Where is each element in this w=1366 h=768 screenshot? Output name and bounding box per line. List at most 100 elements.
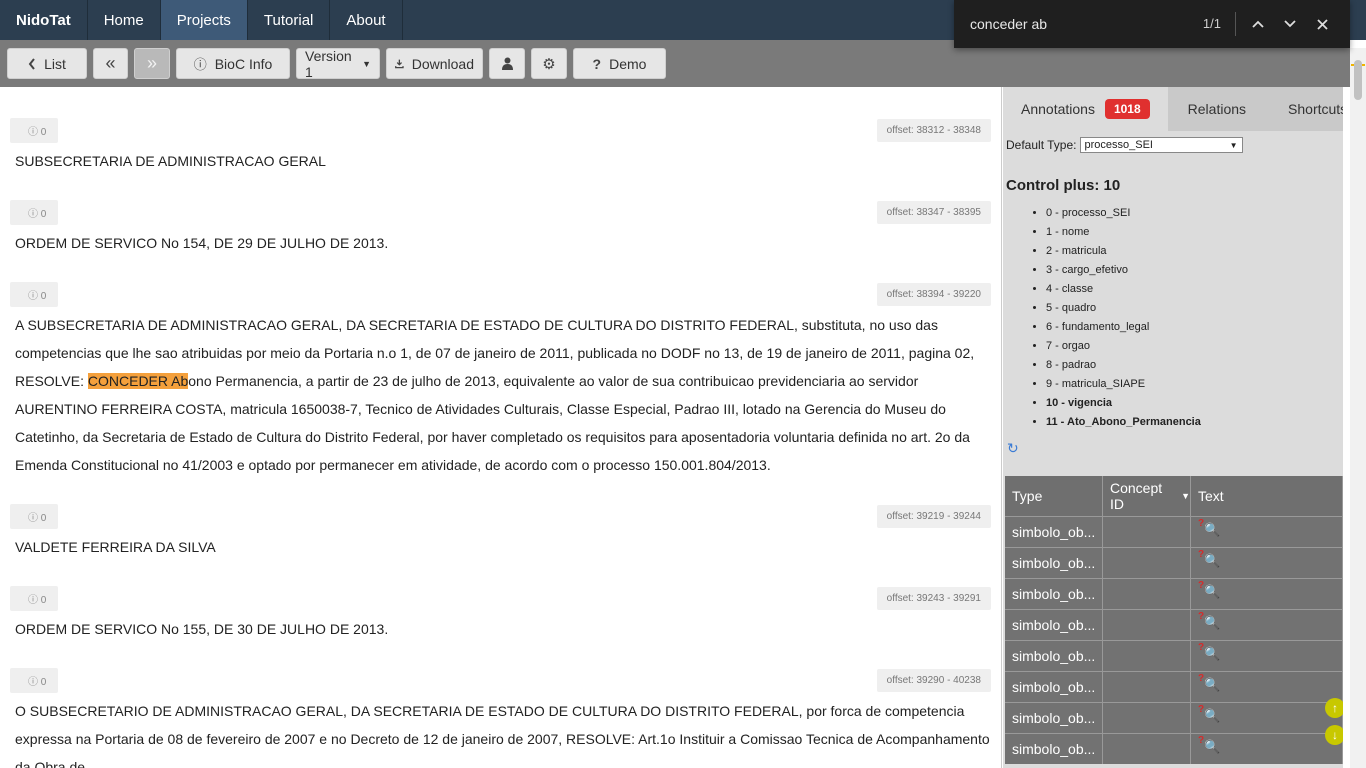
row-type: simbolo_ob... xyxy=(1005,548,1103,578)
annotation-panel: Annotations 1018 Relations Shortcuts Def… xyxy=(1003,87,1343,768)
search-unknown-icon[interactable]: ? 🔍 xyxy=(1198,611,1220,635)
passage-info-badge[interactable]: ⓘ 0 xyxy=(10,667,59,693)
passage: ⓘ 0 offset: 39290 - 40238 O SUBSECRETARI… xyxy=(0,667,1001,768)
header-text[interactable]: Text xyxy=(1191,476,1343,516)
table-row[interactable]: simbolo_ob... ? 🔍 xyxy=(1005,671,1343,702)
tab-relations[interactable]: Relations xyxy=(1168,87,1258,131)
select-arrow-icon: ▼ xyxy=(1229,140,1238,150)
nav-projects[interactable]: Projects xyxy=(160,0,248,40)
default-type-select[interactable]: processo_SEI ▼ xyxy=(1079,137,1243,153)
table-row[interactable]: simbolo_ob... ? 🔍 xyxy=(1005,702,1343,733)
user-button[interactable] xyxy=(489,48,525,79)
search-unknown-icon[interactable]: ? 🔍 xyxy=(1198,642,1220,666)
table-row[interactable]: simbolo_ob... ? 🔍 xyxy=(1005,547,1343,578)
sort-caret-icon: ▼ xyxy=(1181,491,1190,501)
passage-offset: offset: 39219 - 39244 xyxy=(876,504,991,528)
demo-button[interactable]: ? Demo xyxy=(573,48,666,79)
passage: ⓘ 0 offset: 38312 - 38348 SUBSECRETARIA … xyxy=(0,117,1001,175)
settings-button[interactable]: ⚙ xyxy=(531,48,567,79)
passage-text[interactable]: O SUBSECRETARIO DE ADMINISTRACAO GERAL, … xyxy=(15,697,991,768)
question-icon: ? xyxy=(592,55,602,72)
download-icon xyxy=(395,59,404,68)
header-concept-id[interactable]: Concept ID ▼ xyxy=(1103,476,1191,516)
scrollbar-thumb[interactable] xyxy=(1354,60,1362,100)
passage-info-badge[interactable]: ⓘ 0 xyxy=(10,503,59,529)
double-chevron-left-icon: « xyxy=(105,53,116,73)
passage-text[interactable]: A SUBSECRETARIA DE ADMINISTRACAO GERAL, … xyxy=(15,311,991,479)
table-row[interactable]: simbolo_ob... ? 🔍 xyxy=(1005,516,1343,547)
find-previous-button[interactable] xyxy=(1242,8,1274,40)
legend-item: 6 - fundamento_legal xyxy=(1046,318,1343,337)
table-row[interactable]: simbolo_ob... ? 🔍 xyxy=(1005,640,1343,671)
tab-shortcuts[interactable]: Shortcuts xyxy=(1258,87,1343,131)
bioc-info-label: BioC Info xyxy=(214,55,273,72)
default-type-row: Default Type: processo_SEI ▼ xyxy=(1003,131,1343,159)
search-match-highlight: CONCEDER Ab xyxy=(87,373,189,389)
default-type-label: Default Type: xyxy=(1006,138,1077,152)
find-match-count: 1/1 xyxy=(1184,12,1236,36)
find-close-button[interactable] xyxy=(1306,8,1338,40)
header-type[interactable]: Type xyxy=(1005,476,1103,516)
passage-text[interactable]: ORDEM DE SERVICO No 154, DE 29 DE JULHO … xyxy=(15,229,991,257)
find-next-button[interactable] xyxy=(1274,8,1306,40)
row-concept-id xyxy=(1103,579,1191,609)
nav-tutorial[interactable]: Tutorial xyxy=(248,0,331,40)
passage-offset: offset: 38312 - 38348 xyxy=(876,118,991,142)
passage-text[interactable]: VALDETE FERREIRA DA SILVA xyxy=(15,533,991,561)
search-unknown-icon[interactable]: ? 🔍 xyxy=(1198,673,1220,697)
row-type: simbolo_ob... xyxy=(1005,703,1103,733)
search-unknown-icon[interactable]: ? 🔍 xyxy=(1198,735,1220,759)
row-type: simbolo_ob... xyxy=(1005,610,1103,640)
search-unknown-icon[interactable]: ? 🔍 xyxy=(1198,704,1220,728)
table-row[interactable]: simbolo_ob... ? 🔍 xyxy=(1005,733,1343,764)
brand-logo[interactable]: NidoTat xyxy=(0,0,88,40)
passage-offset: offset: 38347 - 38395 xyxy=(876,200,991,224)
refresh-icon[interactable]: ↻ xyxy=(1007,440,1343,460)
row-type: simbolo_ob... xyxy=(1005,579,1103,609)
previous-document-button[interactable]: « xyxy=(93,48,128,79)
bioc-info-button[interactable]: ⓘ BioC Info xyxy=(176,48,290,79)
passage-info-badge[interactable]: ⓘ 0 xyxy=(10,585,59,611)
tab-annotations[interactable]: Annotations 1018 xyxy=(1003,87,1168,131)
next-document-button[interactable]: » xyxy=(134,48,170,79)
row-concept-id xyxy=(1103,672,1191,702)
passage-text[interactable]: SUBSECRETARIA DE ADMINISTRACAO GERAL xyxy=(15,147,991,175)
row-type: simbolo_ob... xyxy=(1005,672,1103,702)
passage-info-badge[interactable]: ⓘ 0 xyxy=(10,199,59,225)
table-row[interactable]: simbolo_ob... ? 🔍 xyxy=(1005,578,1343,609)
row-type: simbolo_ob... xyxy=(1005,641,1103,671)
find-input[interactable]: conceder ab xyxy=(954,16,1184,32)
shortcut-legend: 0 - processo_SEI 1 - nome 2 - matricula … xyxy=(1003,204,1343,432)
row-type: simbolo_ob... xyxy=(1005,517,1103,547)
search-unknown-icon[interactable]: ? 🔍 xyxy=(1198,580,1220,604)
legend-item: 11 - Ato_Abono_Permanencia xyxy=(1046,413,1343,432)
passage: ⓘ 0 offset: 38394 - 39220 A SUBSECRETARI… xyxy=(0,281,1001,479)
legend-item: 10 - vigencia xyxy=(1046,394,1343,413)
version-dropdown[interactable]: Version 1 ▼ xyxy=(296,47,380,80)
nav-home[interactable]: Home xyxy=(88,0,161,40)
user-icon xyxy=(501,57,513,70)
search-unknown-icon[interactable]: ? 🔍 xyxy=(1198,549,1220,573)
page-scrollbar[interactable] xyxy=(1350,48,1366,768)
row-concept-id xyxy=(1103,641,1191,671)
row-text: ? 🔍 xyxy=(1191,610,1343,640)
passage-info-badge[interactable]: ⓘ 0 xyxy=(10,117,59,143)
table-row[interactable]: simbolo_ob... ? 🔍 xyxy=(1005,609,1343,640)
legend-item: 4 - classe xyxy=(1046,280,1343,299)
legend-item: 8 - padrao xyxy=(1046,356,1343,375)
version-label: Version 1 xyxy=(305,47,352,80)
passage-text[interactable]: ORDEM DE SERVICO No 155, DE 30 DE JULHO … xyxy=(15,615,991,643)
passage-info-badge[interactable]: ⓘ 0 xyxy=(10,281,59,307)
legend-item: 7 - orgao xyxy=(1046,337,1343,356)
table-header: Type Concept ID ▼ Text xyxy=(1005,476,1343,516)
chevron-left-icon xyxy=(28,57,35,70)
list-button[interactable]: List xyxy=(7,48,87,79)
scroll-down-arrow-icon[interactable]: ↓ xyxy=(1325,725,1343,745)
download-button[interactable]: Download xyxy=(386,48,483,79)
nav-about[interactable]: About xyxy=(330,0,403,40)
search-unknown-icon[interactable]: ? 🔍 xyxy=(1198,518,1220,542)
scroll-up-arrow-icon[interactable]: ↑ xyxy=(1325,698,1343,718)
annotation-table: Type Concept ID ▼ Text simbolo_ob... ? 🔍 si… xyxy=(1005,476,1343,764)
legend-item: 2 - matricula xyxy=(1046,242,1343,261)
row-concept-id xyxy=(1103,548,1191,578)
